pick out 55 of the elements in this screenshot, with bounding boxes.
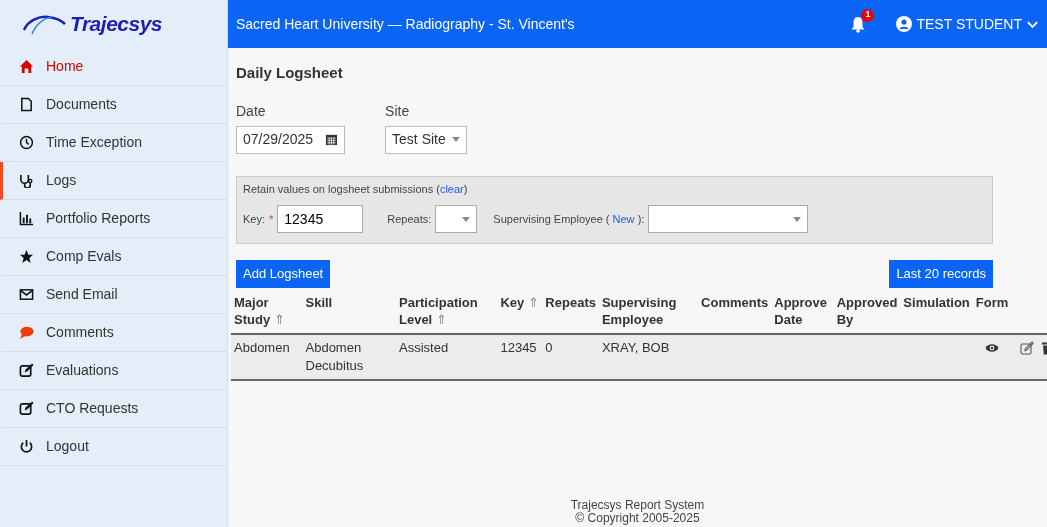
column-header: Skill: [302, 291, 396, 334]
user-icon: [896, 16, 913, 32]
edit-icon[interactable]: [1020, 341, 1034, 356]
column-header: Comments: [698, 291, 772, 334]
field-label: Date: [236, 101, 267, 121]
copyright-text: © Copyright 2005-2025: [575, 511, 700, 525]
column-header: Approved By: [833, 291, 901, 334]
site-select[interactable]: Test Site: [385, 125, 467, 154]
field-label: Supervising Employee ( New ):: [493, 211, 645, 227]
table-cell: Assisted: [399, 339, 449, 355]
table-cell: 12345: [500, 339, 537, 355]
column-header: Supervising Employee: [598, 291, 699, 334]
column-header[interactable]: Major Study ⇑: [231, 291, 303, 334]
sidebar-item[interactable]: Evaluations: [0, 352, 227, 390]
notification-badge: 1: [861, 8, 875, 22]
sidebar-item[interactable]: Home: [0, 48, 227, 86]
calendar-icon: [325, 133, 339, 146]
add-logsheet-button[interactable]: Add Logsheet: [236, 260, 331, 288]
table-cell: 0: [545, 339, 553, 355]
sidebar-item[interactable]: Comments: [0, 314, 227, 352]
sidebar-item[interactable]: Logs: [0, 162, 227, 200]
site-title: Sacred Heart University — Radiography - St. Vincent's: [236, 14, 575, 34]
sidebar-item[interactable]: Time Exception: [0, 124, 227, 162]
column-header[interactable]: Key ⇑: [497, 291, 543, 334]
table-cell: XRAY, BOB: [601, 339, 670, 355]
field-label: Key:: [243, 211, 265, 227]
field-label: Repeats:: [387, 211, 432, 227]
key-field[interactable]: 12345: [277, 205, 364, 233]
sidebar-item[interactable]: Logout: [0, 428, 227, 466]
footer-text: Trajecsys Report System: [569, 498, 706, 512]
caret-icon: [793, 216, 802, 222]
column-header: Form: [972, 291, 1017, 334]
sidebar-item[interactable]: Comp Evals: [0, 238, 227, 276]
user-menu[interactable]: TEST STUDENT: [896, 13, 1039, 35]
retain-text: Retain values on logsheet submissions (clear): [243, 181, 469, 197]
page-title: Daily Logsheet: [236, 63, 344, 83]
bell-icon[interactable]: [850, 15, 867, 33]
sidebar-item[interactable]: Documents: [0, 86, 227, 124]
column-header[interactable]: Participation Level ⇑: [396, 291, 498, 334]
column-header: Simulation: [900, 291, 973, 334]
sidebar-item[interactable]: Portfolio Reports: [0, 200, 227, 238]
column-header: Repeats: [542, 291, 599, 334]
table-cell: Abdomen Decubitus: [305, 339, 364, 373]
caret-icon: [451, 137, 460, 142]
sidebar-item[interactable]: Send Email: [0, 276, 227, 314]
logo-text: Trajecsys: [70, 11, 163, 38]
required-mark: *: [269, 211, 274, 227]
sidebar-item[interactable]: CTO Requests: [0, 390, 227, 428]
date-field[interactable]: 07/29/2025: [236, 125, 346, 154]
caret-icon: [462, 216, 471, 222]
table-cell: Abdomen: [234, 339, 290, 355]
column-header: Approve Date: [771, 291, 834, 334]
field-label: Site: [385, 101, 411, 121]
new-link[interactable]: New: [612, 212, 635, 225]
last-records-button[interactable]: Last 20 records: [889, 260, 993, 288]
